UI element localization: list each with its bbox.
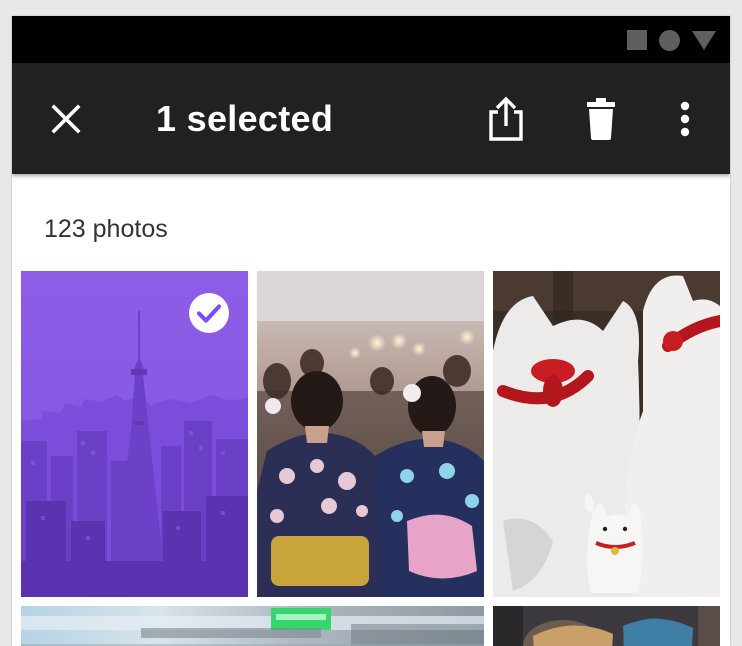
close-icon bbox=[51, 104, 81, 134]
status-bar bbox=[12, 16, 730, 63]
close-button[interactable] bbox=[46, 99, 86, 139]
phone-screen: 1 selected 123 photos bbox=[12, 16, 730, 646]
more-options-button[interactable] bbox=[659, 93, 711, 145]
selection-app-bar: 1 selected bbox=[12, 63, 730, 174]
share-button[interactable] bbox=[480, 93, 532, 145]
triangle-icon bbox=[692, 30, 716, 50]
more-vert-icon bbox=[680, 101, 690, 137]
delete-button[interactable] bbox=[575, 93, 627, 145]
circle-icon bbox=[659, 29, 680, 51]
photo-tile-selected[interactable] bbox=[21, 271, 248, 597]
share-icon bbox=[489, 96, 523, 141]
photo-count-label: 123 photos bbox=[44, 215, 168, 243]
selection-count-title: 1 selected bbox=[156, 98, 334, 139]
selected-check-icon[interactable] bbox=[189, 293, 229, 333]
delete-icon bbox=[587, 98, 615, 140]
photo-tile[interactable] bbox=[493, 271, 720, 597]
street-scene-image bbox=[21, 606, 484, 646]
festival-kimono-image bbox=[257, 271, 484, 597]
status-icons bbox=[627, 29, 716, 51]
lucky-cat-image bbox=[493, 271, 720, 597]
photo-tile[interactable] bbox=[21, 606, 484, 646]
market-people-image bbox=[493, 606, 720, 646]
square-icon bbox=[627, 30, 647, 50]
photo-tile[interactable] bbox=[493, 606, 720, 646]
photo-tile[interactable] bbox=[257, 271, 484, 597]
